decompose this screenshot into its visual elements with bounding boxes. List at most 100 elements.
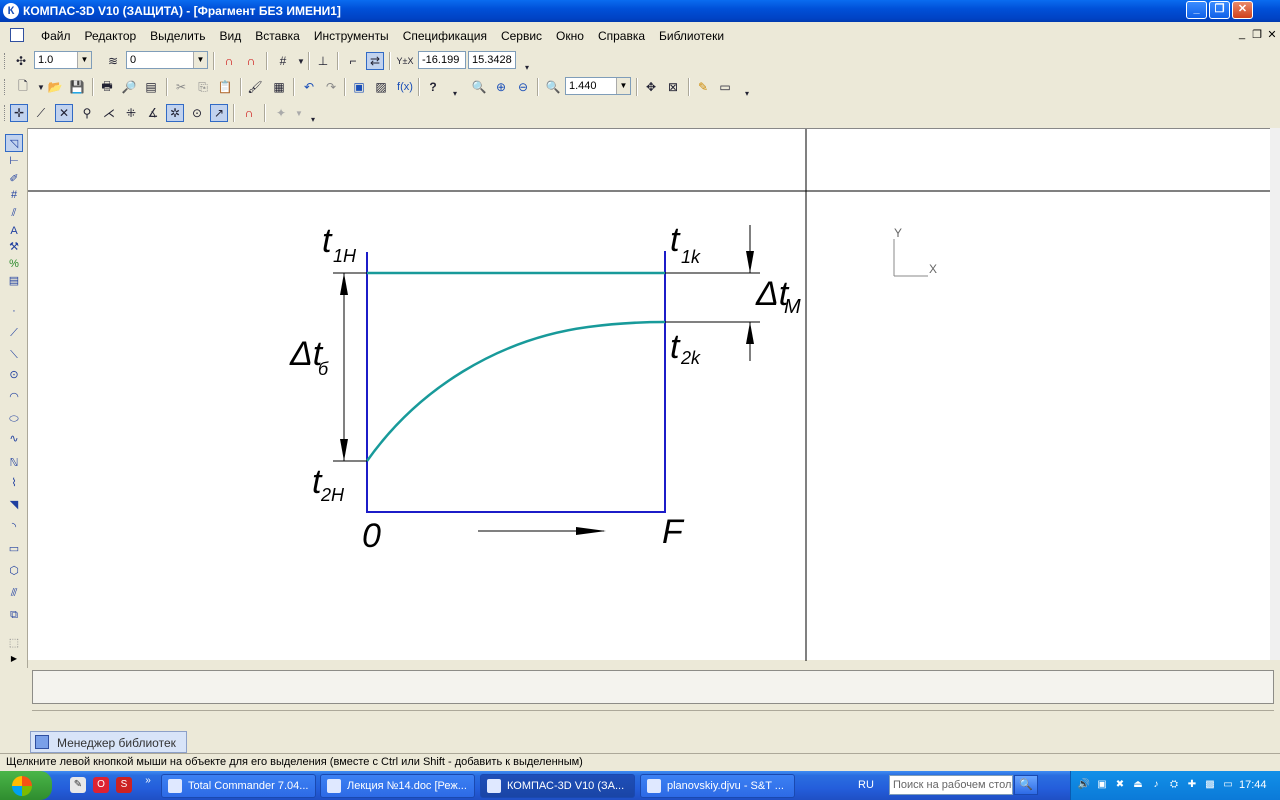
minimize-button[interactable]: _ <box>1186 1 1207 19</box>
snap-center-icon[interactable]: ✲ <box>166 104 184 122</box>
layers-icon[interactable]: ≋ <box>104 52 122 70</box>
taskbar-button[interactable]: Total Commander 7.04... <box>161 774 316 798</box>
ortho-icon[interactable]: ⌐ <box>344 52 362 70</box>
snap-normal-icon[interactable]: ⋌ <box>100 104 118 122</box>
coord-x-field[interactable]: -16.199 <box>418 51 466 69</box>
toolbar-grip[interactable] <box>4 53 7 69</box>
chevron-down-icon[interactable]: ▼ <box>193 52 207 68</box>
cold-stream-curve[interactable] <box>365 320 666 462</box>
tray-app-icon[interactable]: ▩ <box>1203 778 1217 792</box>
document-icon[interactable] <box>10 28 24 42</box>
menu-item[interactable]: Окно <box>549 29 591 43</box>
spec-icon[interactable]: % <box>5 255 23 273</box>
snap-point-curve-icon[interactable]: ⊙ <box>188 104 206 122</box>
menu-item[interactable]: Редактор <box>78 29 144 43</box>
menu-item[interactable]: Инструменты <box>307 29 396 43</box>
new-file-icon[interactable]: 🗋 <box>14 78 32 96</box>
parametrization-icon[interactable]: ⫽ <box>5 204 23 222</box>
nurbs-icon[interactable]: ℕ <box>5 454 23 472</box>
snap-alignment-icon[interactable]: ↗ <box>210 104 228 122</box>
maximize-button[interactable]: ❐ <box>1209 1 1230 19</box>
taskbar-button[interactable]: КОМПАС-3D V10 (ЗА... <box>480 774 635 798</box>
circle-icon[interactable]: ⊙ <box>5 366 23 384</box>
mdi-close-button[interactable]: ✕ <box>1266 28 1278 41</box>
local-cs-icon[interactable]: ⊥ <box>314 52 332 70</box>
tray-speaker-icon[interactable]: 🔊 <box>1077 778 1091 792</box>
menu-item[interactable]: Спецификация <box>396 29 494 43</box>
point-icon[interactable]: · <box>5 302 23 320</box>
zoom-field[interactable]: 1.440 ▼ <box>565 77 631 95</box>
library-manager-tab[interactable]: Менеджер библиотек <box>30 731 187 753</box>
chamfer-icon[interactable]: ◥ <box>5 496 23 514</box>
chevron-down-icon[interactable]: ▼ <box>77 52 91 68</box>
geometry-icon[interactable]: ◹ <box>5 134 23 152</box>
editing-icon[interactable]: # <box>5 186 23 204</box>
cut-icon[interactable]: ✂ <box>172 78 190 96</box>
hatch-icon[interactable]: ⫻ <box>5 584 23 602</box>
segment-icon[interactable]: ⟍ <box>5 346 23 364</box>
print-icon[interactable]: 🖶 <box>98 78 116 96</box>
save-icon[interactable]: 💾 <box>68 78 86 96</box>
quicklaunch-solidworks-icon[interactable]: S <box>116 777 132 793</box>
drawing-svg[interactable]: t 1H t 1k t 2k t 2H Δt б Δt M 0 F Y X <box>28 129 1278 661</box>
zoom-out-icon[interactable]: ⊖ <box>514 78 532 96</box>
rectangle-icon[interactable]: ▭ <box>5 540 23 558</box>
search-icon[interactable]: 🔍 <box>1014 775 1038 795</box>
menu-item[interactable]: Файл <box>34 29 78 43</box>
menu-item[interactable]: Библиотеки <box>652 29 731 43</box>
menu-item[interactable]: Справка <box>591 29 652 43</box>
tray-volume-icon[interactable]: ♪ <box>1149 778 1163 792</box>
reports-icon[interactable]: ▤ <box>5 272 23 290</box>
properties-icon[interactable]: ▤ <box>142 78 160 96</box>
snap-midpoint-icon[interactable]: ⟋ <box>32 104 50 122</box>
snap-magnet-icon[interactable]: ∩ <box>240 104 258 122</box>
taskbar-button[interactable]: planovskiy.djvu - S&T ... <box>640 774 795 798</box>
menu-item[interactable]: Вид <box>213 29 249 43</box>
variables-icon[interactable]: ▨ <box>372 78 390 96</box>
zoom-in-icon[interactable]: ⊕ <box>492 78 510 96</box>
step-icon[interactable]: ✣ <box>12 52 30 70</box>
selection-icon[interactable]: ⚒ <box>5 238 23 256</box>
manager-icon[interactable]: ▦ <box>270 78 288 96</box>
toolbar-overflow-icon[interactable]: ▾ <box>304 110 322 128</box>
tray-usb-icon[interactable]: ⏏ <box>1131 778 1145 792</box>
tray-update-icon[interactable]: ✚ <box>1185 778 1199 792</box>
language-indicator[interactable]: RU <box>858 779 874 791</box>
property-panel-box[interactable] <box>32 670 1274 704</box>
taskbar-button[interactable]: Лекция №14.doc [Реж... <box>320 774 475 798</box>
mdi-restore-button[interactable]: ❐ <box>1251 28 1263 41</box>
coord-y-field[interactable]: 15.3428 <box>468 51 516 69</box>
polygon-icon[interactable]: ⬡ <box>5 562 23 580</box>
vertical-scrollbar[interactable] <box>1270 128 1280 660</box>
local-snap-icon[interactable]: ∩ <box>242 52 260 70</box>
toolbar-grip[interactable] <box>4 105 7 121</box>
tray-antivirus-icon[interactable]: ✖ <box>1113 778 1127 792</box>
diagram-frame[interactable] <box>366 251 666 513</box>
chevron-right-icon[interactable]: ▶ <box>5 650 23 668</box>
line-icon[interactable]: ⟋ <box>5 324 23 342</box>
desktop-search-input[interactable]: Поиск на рабочем столе <box>889 775 1013 795</box>
help-icon[interactable]: ? <box>424 78 442 96</box>
quicklaunch-opera-icon[interactable]: O <box>93 777 109 793</box>
menu-item[interactable]: Вставка <box>248 29 307 43</box>
tray-drive-icon[interactable]: ⛭ <box>1167 778 1181 792</box>
quicklaunch-more[interactable]: » <box>140 773 156 789</box>
drawing-area[interactable]: t 1H t 1k t 2k t 2H Δt б Δt M 0 F Y X <box>28 128 1278 661</box>
menu-item[interactable]: Сервис <box>494 29 549 43</box>
chevron-down-icon[interactable]: ▼ <box>616 78 630 94</box>
print-preview-icon[interactable]: 🔎 <box>120 78 138 96</box>
quicklaunch-desktop-icon[interactable]: ✎ <box>70 777 86 793</box>
tray-monitor-icon[interactable]: ▭ <box>1221 778 1235 792</box>
zoom-window-icon[interactable]: 🔍 <box>470 78 488 96</box>
copy-icon[interactable]: ⎘ <box>194 78 212 96</box>
undo-icon[interactable]: ↶ <box>300 78 318 96</box>
format-painter-icon[interactable]: 🖌 <box>246 78 264 96</box>
start-button[interactable] <box>0 771 52 800</box>
equidistant-icon[interactable]: ⧉ <box>5 606 23 624</box>
dimensions-icon[interactable]: ⊢ <box>5 152 23 170</box>
zoom-scale-icon[interactable]: 🔍 <box>544 78 562 96</box>
arc-icon[interactable]: ◠ <box>5 388 23 406</box>
fillet-icon[interactable]: ◝ <box>5 518 23 536</box>
pan-icon[interactable]: ✥ <box>642 78 660 96</box>
title-bar[interactable]: К КОМПАС-3D V10 (ЗАЩИТА) - [Фрагмент БЕЗ… <box>0 0 1280 22</box>
